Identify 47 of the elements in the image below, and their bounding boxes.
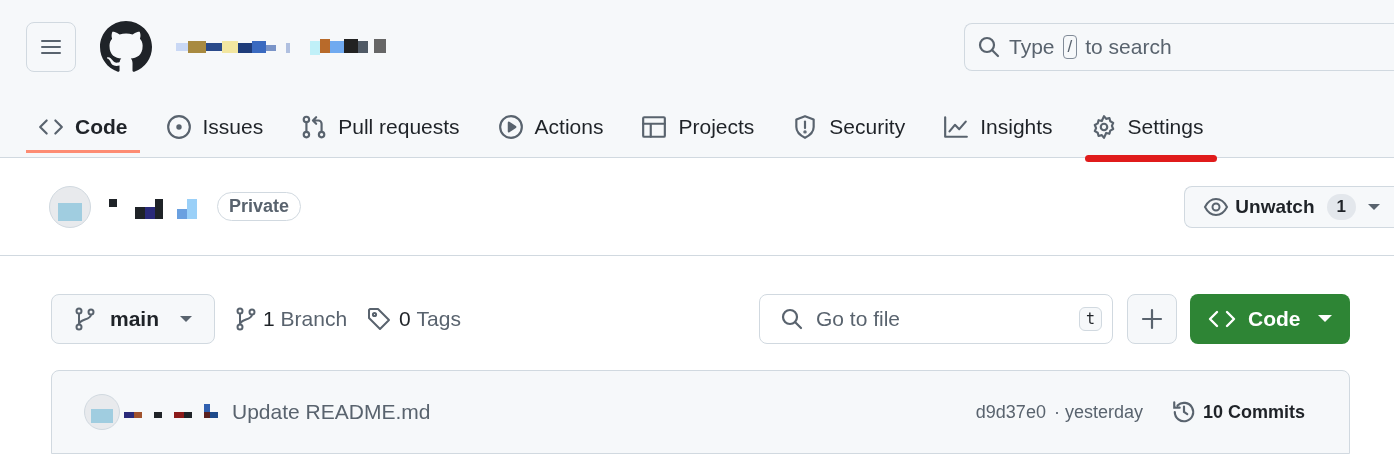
plus-icon [1141, 308, 1163, 330]
octocat-logo-icon[interactable] [100, 21, 152, 73]
go-to-file-field[interactable]: Go to file t [759, 294, 1113, 344]
search-placeholder: Type [1009, 35, 1055, 59]
watcher-count: 1 [1326, 193, 1356, 220]
branch-icon [74, 307, 96, 331]
search-icon [780, 307, 804, 331]
commit-message-link[interactable]: Update README.md [232, 400, 431, 424]
code-icon [1208, 308, 1236, 330]
table-icon [641, 113, 668, 140]
search-placeholder: to search [1085, 35, 1172, 59]
caret-icon [1368, 202, 1380, 211]
nav-tab[interactable]: Projects [629, 103, 767, 153]
commit-time: · yesterday [1053, 401, 1143, 423]
nav-tab[interactable]: Settings [1078, 103, 1216, 153]
shortcut-key: t [1078, 307, 1102, 331]
nav-tab[interactable]: Issues [153, 103, 276, 153]
branch-icon [235, 307, 257, 331]
play-icon [497, 113, 524, 140]
caret-icon [1318, 315, 1332, 323]
caret-icon [180, 315, 192, 323]
nav-tab[interactable]: Security [780, 103, 918, 153]
add-file-button[interactable] [1127, 294, 1177, 344]
commit-hash-link[interactable]: d9d37e0 [975, 401, 1046, 423]
history-icon [1170, 399, 1197, 425]
search-icon [977, 35, 1001, 59]
eye-icon [1203, 195, 1230, 218]
branch-button[interactable]: main [51, 294, 215, 344]
pull-request-icon [301, 113, 328, 140]
nav-tab[interactable]: Actions [485, 103, 616, 153]
nav-tab[interactable]: Insights [931, 103, 1065, 153]
menu-icon [40, 38, 62, 56]
avatar [49, 185, 91, 228]
nav-tab[interactable]: Pull requests [289, 103, 472, 153]
nav-tab[interactable]: Code [26, 103, 140, 153]
search-field[interactable]: Type / to search [964, 23, 1394, 71]
tags-link[interactable]: 0 Tags [367, 307, 461, 331]
branches-link[interactable]: 1 Branch [235, 307, 348, 331]
shortcut-key: / [1062, 35, 1078, 59]
graph-icon [943, 113, 970, 140]
avatar [84, 394, 120, 430]
unwatch-button[interactable]: Unwatch 1 [1184, 185, 1394, 228]
code-button[interactable]: Code [1190, 294, 1350, 344]
commits-link[interactable]: 10 Commits [1170, 399, 1305, 425]
menu-button[interactable] [26, 22, 76, 72]
file-search-placeholder: Go to file [816, 307, 901, 331]
circle-dot-icon [165, 113, 192, 140]
